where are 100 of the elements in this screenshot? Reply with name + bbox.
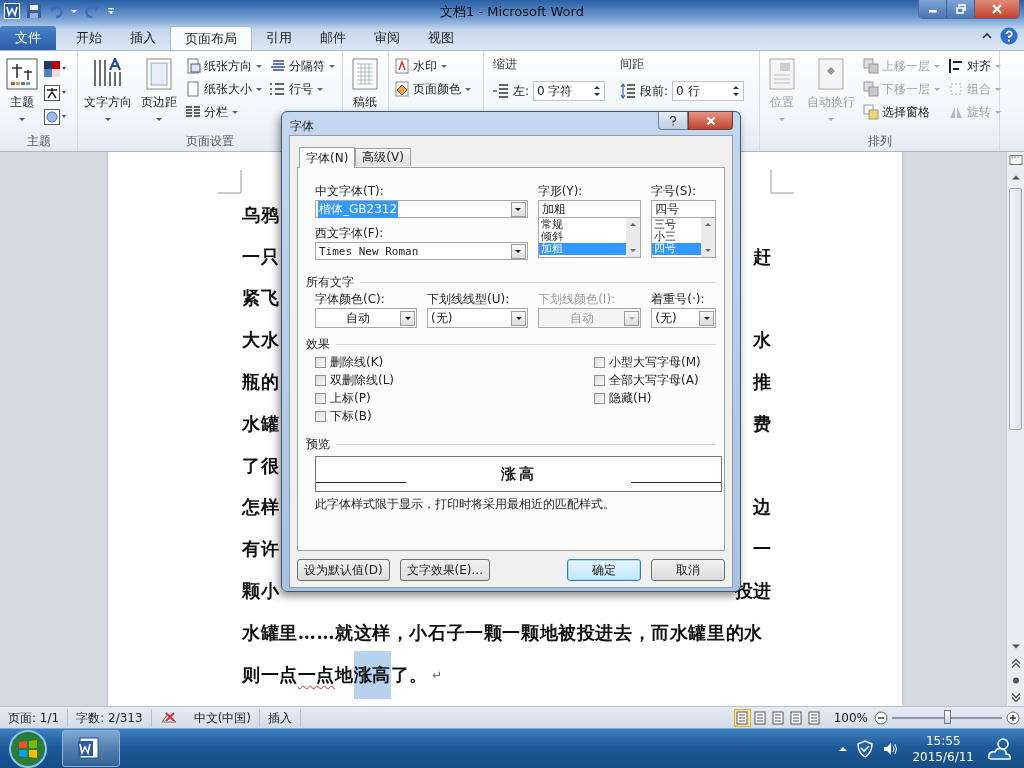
document-text: 水罐里……就这样，小石子一颗一颗地被投进去，而水罐里的水 — [242, 620, 763, 645]
close-icon — [705, 115, 716, 126]
ribbon-tab[interactable]: 审阅 — [360, 26, 414, 50]
theme-colors-icon[interactable] — [44, 61, 66, 77]
text-direction-button[interactable]: 文字方向 — [81, 55, 135, 133]
indent-left-spinner[interactable]: 0 字符 — [533, 81, 606, 101]
draft-view-button[interactable] — [805, 708, 823, 727]
zoom-in-icon[interactable] — [1006, 710, 1020, 725]
spin-arrows-icon[interactable] — [593, 84, 602, 98]
layers-icon — [863, 58, 879, 74]
checkbox[interactable]: 小型大写字母(M) — [594, 354, 701, 370]
caret-icon — [933, 62, 941, 70]
ribbon-button[interactable]: 选择窗格 — [861, 102, 943, 122]
close-icon — [992, 4, 1002, 14]
dialog-button[interactable]: 取消 — [651, 559, 725, 581]
word-count[interactable]: 字数: 2/313 — [68, 708, 152, 727]
word-taskbar-button[interactable] — [62, 730, 120, 767]
ribbon-button[interactable]: 分隔符 — [268, 56, 338, 76]
theme-effects-icon[interactable] — [44, 109, 66, 125]
web-layout-view-button[interactable] — [769, 708, 787, 727]
spin-arrows-icon[interactable] — [732, 84, 741, 98]
dialog-tab[interactable]: 字体(N) — [299, 147, 356, 168]
spacing-before-spinner[interactable]: 0 行 — [672, 81, 745, 101]
list-item[interactable]: 三号 — [652, 219, 701, 231]
ribbon-tab[interactable]: 引用 — [252, 26, 306, 50]
ribbon-tab[interactable]: 视图 — [414, 26, 468, 50]
caret-icon[interactable] — [70, 7, 78, 15]
checkbox[interactable]: 双删除线(L) — [315, 372, 594, 388]
clock-date[interactable]: 2015/6/11 — [912, 748, 974, 765]
ribbon-button[interactable]: 水印 — [392, 56, 474, 76]
ribbon-tab[interactable]: 文件 — [0, 26, 56, 50]
scrollbar-thumb[interactable] — [1009, 188, 1022, 430]
zoom-out-icon[interactable] — [874, 710, 888, 725]
close-button[interactable] — [688, 112, 733, 130]
outline-view-button[interactable] — [787, 708, 805, 727]
dropdown[interactable]: (无) — [651, 308, 716, 328]
ribbon-tab[interactable]: 页面布局 — [170, 26, 252, 50]
word-icon[interactable] — [4, 3, 20, 19]
dialog-tab[interactable]: 高级(V) — [355, 148, 411, 166]
start-button[interactable] — [8, 728, 48, 768]
ribbon-button[interactable]: 纸张大小 — [183, 79, 265, 99]
print-layout-view-button[interactable] — [733, 708, 751, 727]
ribbon-tab[interactable]: 开始 — [62, 26, 116, 50]
theme-fonts-icon[interactable] — [44, 85, 66, 101]
scroll-up-icon[interactable] — [629, 221, 638, 229]
section-heading: 预览 — [306, 435, 330, 453]
margins-button[interactable]: 页边距 — [138, 55, 180, 133]
dialog-button[interactable]: 设为默认值(D) — [297, 559, 390, 581]
help-button[interactable] — [658, 112, 688, 130]
scroll-up-icon[interactable] — [704, 221, 712, 229]
restore-button[interactable] — [947, 0, 975, 18]
clock-time[interactable]: 15:55 — [925, 732, 961, 749]
font-size-input[interactable]: 四号 — [651, 200, 716, 218]
dialog-button[interactable]: 确定 — [567, 559, 641, 581]
themes-button[interactable]: 主题 — [3, 55, 41, 133]
page-count[interactable]: 页面: 1/1 — [0, 708, 69, 727]
checkbox[interactable]: 隐藏(H) — [594, 390, 701, 406]
customize-toolbar-icon[interactable] — [106, 6, 116, 16]
ribbon-button[interactable]: 页面颜色 — [392, 79, 474, 99]
ribbon-button[interactable]: 分栏 — [183, 102, 265, 122]
scroll-down-icon[interactable] — [629, 246, 638, 254]
breaks-icon — [270, 58, 286, 74]
zoom-level[interactable]: 100% — [833, 710, 868, 725]
reading-view-button[interactable] — [751, 708, 769, 727]
page-icon — [735, 710, 750, 725]
crop-mark — [770, 170, 794, 194]
checkbox[interactable]: 删除线(K) — [315, 354, 594, 370]
list-item[interactable]: 倾斜 — [538, 231, 627, 243]
ribbon-button[interactable]: 行号 — [268, 79, 338, 99]
checkbox[interactable]: 全部大写字母(A) — [594, 372, 701, 388]
minimize-button[interactable] — [919, 0, 947, 18]
ribbon-tab[interactable]: 插入 — [116, 26, 170, 50]
list-item[interactable]: 常规 — [538, 219, 627, 231]
ribbon-button[interactable]: 纸张方向 — [183, 56, 265, 76]
collapse-ribbon-icon[interactable] — [982, 31, 992, 41]
dialog-button[interactable]: 文字效果(E)... — [399, 559, 490, 581]
ribbon-tab[interactable]: 邮件 — [306, 26, 360, 50]
ribbon-button[interactable]: 对齐 — [946, 56, 1004, 76]
western-font-dropdown[interactable]: Times New Roman — [315, 242, 528, 260]
shield-icon[interactable] — [856, 739, 875, 758]
document-text: 有许 — [242, 537, 280, 562]
document-text: 颗小 — [242, 579, 280, 604]
font-style-input[interactable]: 加粗 — [537, 200, 642, 218]
insert-mode-status[interactable]: 插入 — [260, 708, 301, 727]
proofing-icon[interactable] — [159, 709, 178, 726]
checkbox[interactable]: 上标(P) — [315, 390, 594, 406]
checkbox[interactable]: 下标(B) — [315, 408, 594, 424]
close-button[interactable] — [975, 0, 1019, 18]
save-icon[interactable] — [26, 3, 42, 19]
dropdown[interactable]: 自动 — [315, 308, 418, 328]
spacing-before-icon — [620, 83, 637, 99]
language-status[interactable]: 中文(中国) — [185, 708, 260, 727]
zoom-slider[interactable] — [944, 709, 951, 724]
caret-icon — [104, 115, 112, 123]
dropdown[interactable]: (无) — [427, 308, 529, 328]
group-label: 主题 — [25, 133, 52, 150]
scroll-down-icon[interactable] — [704, 246, 712, 254]
help-icon[interactable] — [1000, 27, 1018, 45]
document-text: 推 — [753, 370, 772, 395]
list-item[interactable]: 小三 — [652, 231, 701, 243]
